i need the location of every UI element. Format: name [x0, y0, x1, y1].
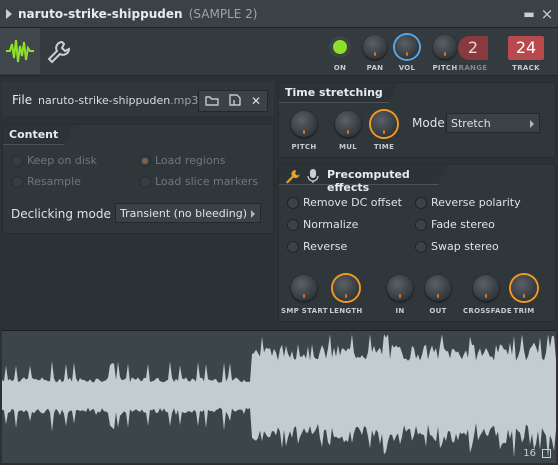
time-stretching-header: Time stretching [279, 83, 399, 103]
sample-name: naruto-strike-shippuden [18, 7, 183, 21]
on-label: ON [333, 64, 347, 72]
pan-knob[interactable] [363, 35, 387, 59]
content-header: Content [3, 125, 75, 145]
wave-tab[interactable] [0, 28, 40, 74]
volume-label: VOL [398, 64, 416, 72]
in-label: IN [395, 307, 405, 315]
mul-label: MUL [338, 143, 357, 151]
length-knob[interactable] [333, 275, 359, 301]
smp-start-knob[interactable] [291, 275, 317, 301]
declicking-value: Transient (no bleeding) [120, 207, 248, 220]
file-name: naruto-strike-shippuden.mp3 [38, 94, 198, 107]
file-row: File naruto-strike-shippuden.mp3 ✕ [2, 82, 274, 116]
waveform-display[interactable]: 16 [2, 330, 556, 463]
precomputed-effects-panel: Precomputed effects Remove DC offset Nor… [278, 164, 556, 322]
time-knob[interactable] [371, 111, 397, 137]
volume-knob[interactable] [395, 35, 419, 59]
waveform-corner-label: 16 [523, 448, 536, 459]
remove-dc-radio[interactable] [287, 197, 299, 209]
range-label: RANGE [458, 64, 488, 72]
out-label: OUT [429, 307, 447, 315]
load-regions-label: Load regions [155, 154, 226, 167]
mode-value: Stretch [451, 117, 491, 130]
trim-knob[interactable] [511, 275, 537, 301]
reverse-radio[interactable] [287, 241, 299, 253]
close-icon[interactable]: ✕ [245, 93, 267, 109]
swap-stereo-radio[interactable] [415, 241, 427, 253]
load-slice-markers-label: Load slice markers [155, 175, 259, 188]
declicking-select[interactable]: Transient (no bleeding) [115, 203, 261, 223]
file-basename: naruto-strike-shippuden [38, 94, 171, 107]
save-icon[interactable] [223, 93, 245, 109]
file-buttons: ✕ [198, 90, 268, 112]
window-title: naruto-strike-shippuden (SAMPLE 2) [18, 7, 257, 21]
out-knob[interactable] [425, 275, 451, 301]
stretch-pitch-label: PITCH [291, 143, 317, 151]
microphone-icon[interactable] [307, 168, 319, 184]
load-slice-markers-radio[interactable] [139, 176, 151, 188]
file-label: File [12, 93, 33, 107]
in-knob[interactable] [387, 275, 413, 301]
folder-icon[interactable] [201, 93, 223, 109]
on-led[interactable] [333, 40, 347, 54]
file-extension: .mp3 [170, 94, 199, 107]
resample-radio[interactable] [11, 176, 23, 188]
track-label: TRACK [512, 64, 540, 72]
smp-start-label: SMP START [281, 307, 328, 315]
stretch-pitch-knob[interactable] [291, 111, 317, 137]
length-label: LENGTH [329, 307, 363, 315]
title-bar: naruto-strike-shippuden (SAMPLE 2) ▬ × [0, 0, 558, 28]
close-button[interactable]: × [540, 7, 554, 22]
track-display[interactable]: 24 [508, 36, 544, 60]
menu-arrow-icon[interactable] [6, 9, 12, 19]
pan-label: PAN [366, 64, 384, 72]
remove-dc-label: Remove DC offset [303, 196, 402, 209]
normalize-label: Normalize [303, 218, 359, 231]
chevron-right-icon [251, 210, 255, 218]
crossfade-label: CROSSFADE [463, 307, 512, 315]
keep-on-disk-label: Keep on disk [27, 154, 98, 167]
content-panel: Content Keep on disk Resample Load regio… [2, 124, 274, 234]
declicking-label: Declicking mode [11, 207, 111, 221]
waveform-icon [6, 39, 34, 63]
mode-select[interactable]: Stretch [446, 113, 540, 133]
reverse-polarity-label: Reverse polarity [431, 196, 521, 209]
load-regions-radio[interactable] [139, 155, 151, 167]
normalize-radio[interactable] [287, 219, 299, 231]
range-display[interactable]: 2 [458, 36, 488, 60]
precomputed-header: Precomputed effects [279, 165, 448, 194]
wrench-icon[interactable] [284, 168, 300, 184]
wrench-tab[interactable] [44, 38, 72, 66]
reverse-polarity-radio[interactable] [415, 197, 427, 209]
minimize-button[interactable]: ▬ [522, 7, 536, 21]
resample-label: Resample [27, 175, 81, 188]
reverse-label: Reverse [303, 240, 348, 253]
pitch-knob[interactable] [433, 35, 457, 59]
wrench-icon [47, 40, 71, 64]
time-stretching-panel: Time stretching PITCH MUL TIME Mode Stre… [278, 82, 556, 158]
toolbar: ON PAN VOL PITCH 2 RANGE 24 TRACK [0, 28, 558, 76]
fade-stereo-label: Fade stereo [431, 218, 495, 231]
sample-slot: (SAMPLE 2) [188, 7, 258, 21]
chevron-right-icon [530, 120, 534, 128]
keep-on-disk-radio[interactable] [11, 155, 23, 167]
waveform-shape [2, 334, 556, 458]
mode-label: Mode [412, 116, 445, 130]
resize-icon[interactable] [542, 449, 551, 458]
pitch-label: PITCH [432, 64, 458, 72]
fade-stereo-radio[interactable] [415, 219, 427, 231]
waveform-graph [2, 334, 556, 458]
trim-label: TRIM [513, 307, 535, 315]
crossfade-knob[interactable] [473, 275, 499, 301]
mul-knob[interactable] [335, 111, 361, 137]
swap-stereo-label: Swap stereo [431, 240, 499, 253]
time-label: TIME [373, 143, 395, 151]
